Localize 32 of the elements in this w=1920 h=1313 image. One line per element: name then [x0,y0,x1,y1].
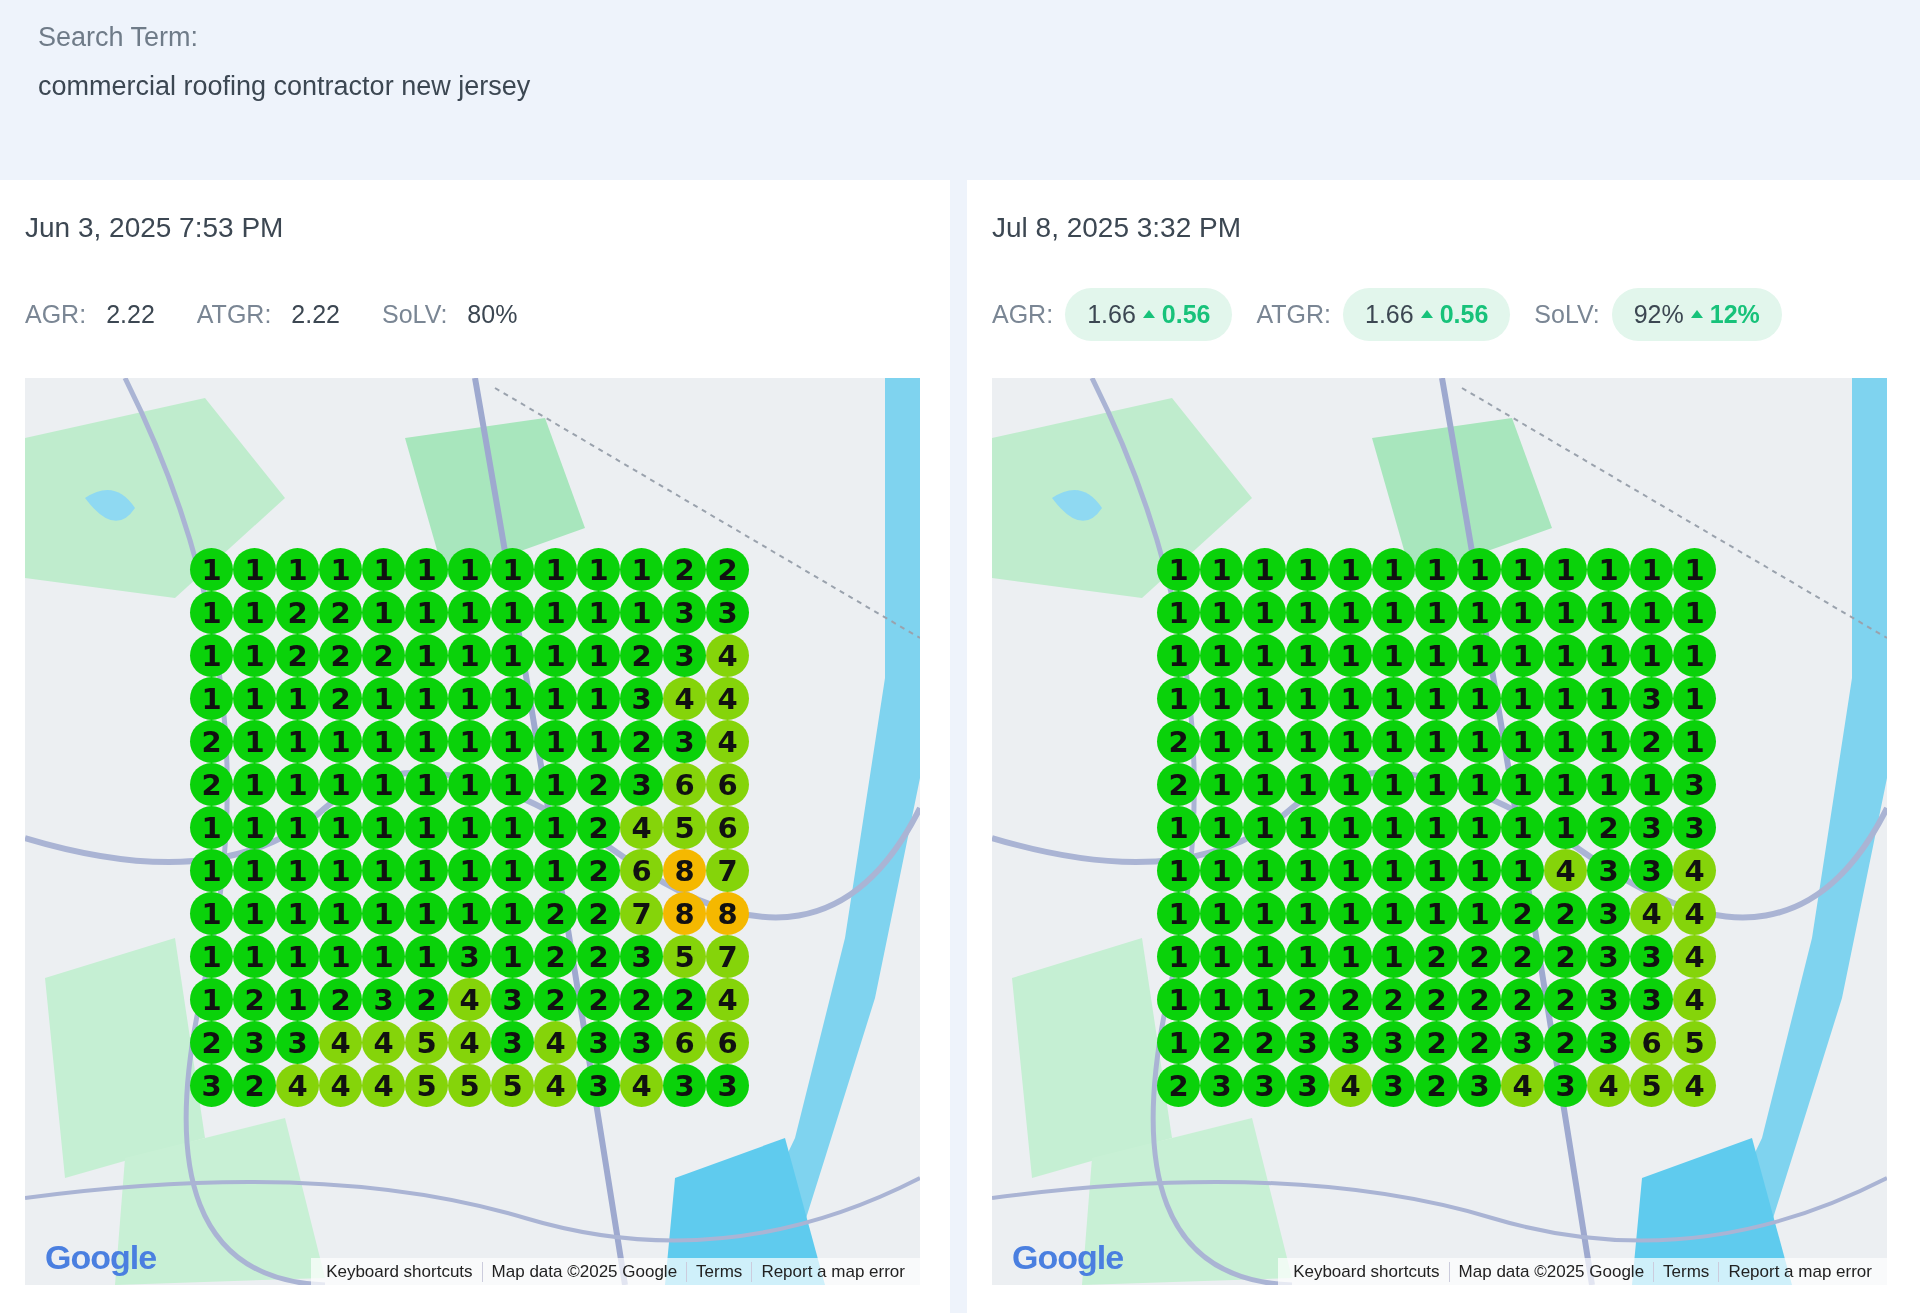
attribution-link[interactable]: Report a map error [1718,1262,1881,1282]
metric-value: 1.66 [1365,299,1414,329]
attribution-link[interactable]: Terms [686,1262,752,1282]
metric-label: AGR: [992,299,1054,329]
metric-label: SoLV: [1534,299,1600,329]
search-term-label: Search Term: [38,22,200,53]
attribution-link[interactable]: Terms [1653,1262,1719,1282]
metric-label: SoLV: [382,299,448,329]
snapshot-date: Jun 3, 2025 7:53 PM [25,212,285,245]
attribution-link[interactable]: Keyboard shortcuts [1284,1262,1449,1282]
metric-change: 0.56 [1161,299,1211,329]
metric-label: AGR: [25,299,87,329]
metric-value: 2.22 [105,299,156,329]
metric-value: 80% [466,299,519,329]
metric-value: 1.66 [1087,299,1136,329]
metric-label: ATGR: [1256,299,1331,329]
caret-up-icon [1689,309,1704,319]
map-logo: Google [1012,1238,1124,1277]
caret-up-icon [1419,309,1434,319]
metric-change: 0.56 [1439,299,1489,329]
metric-label: ATGR: [196,299,272,329]
metric-change: 12% [1709,299,1760,329]
search-term: commercial roofing contractor new jersey [38,71,532,102]
map-logo: Google [45,1238,157,1277]
metric-value: 2.22 [290,299,341,329]
attribution-link[interactable]: Map data ©2025 Google [1448,1262,1654,1282]
attribution-link[interactable]: Map data ©2025 Google [481,1262,687,1282]
caret-up-icon [1141,309,1156,319]
attribution-link[interactable]: Keyboard shortcuts [317,1262,482,1282]
metric-value: 92% [1633,299,1684,329]
attribution-link[interactable]: Report a map error [751,1262,914,1282]
snapshot-date: Jul 8, 2025 3:32 PM [992,212,1243,245]
